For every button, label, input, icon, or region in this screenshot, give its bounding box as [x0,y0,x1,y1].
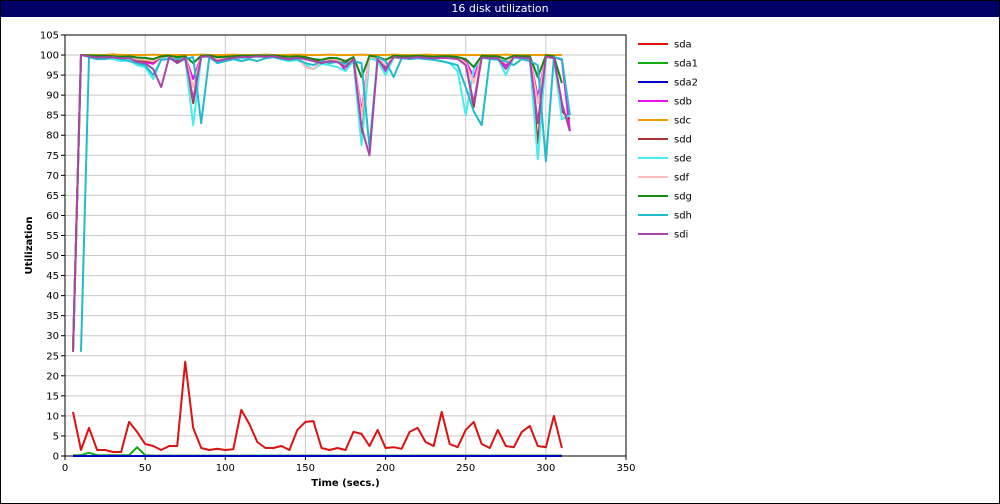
y-axis: 0 5 10 15 20 25 30 35 40 45 50 55 60 65 70 75 80 85 90 95 10… [40,31,65,463]
y-tick-label: 95 [46,71,59,82]
legend-label-sdd: sdd [674,135,692,146]
legend-label-sda1: sda1 [674,59,698,70]
y-tick-label: 100 [40,51,59,62]
y-tick-label: 10 [46,411,59,422]
legend-label-sda2: sda2 [674,78,698,89]
legend: sda sda1 sda2 sdb sdc sdd sde sdf sdg sdh sdi [638,40,698,241]
legend-label-sdb: sdb [674,97,692,108]
series-line-sdb [72,54,571,352]
y-tick-label: 35 [46,311,59,322]
y-tick-label: 45 [46,271,59,282]
x-tick-label: 250 [456,463,475,474]
legend-label-sda: sda [674,40,692,51]
series-line-sdh [80,56,571,352]
series-line-sdf [72,54,563,352]
legend-label-sdi: sdi [674,230,688,241]
x-axis-label: Time (secs.) [311,478,380,489]
x-tick-label: 150 [296,463,315,474]
y-tick-label: 0 [53,452,59,463]
x-tick-label: 100 [216,463,235,474]
x-tick-label: 0 [62,463,68,474]
y-tick-label: 75 [46,151,59,162]
legend-label-sdh: sdh [674,211,692,222]
legend-label-sdf: sdf [674,173,690,184]
x-axis: 0 50 100 150 200 250 300 350 [62,456,636,474]
series-line-sde [72,54,571,352]
y-tick-label: 50 [46,251,59,262]
legend-label-sdc: sdc [674,116,691,127]
y-tick-label: 25 [46,351,59,362]
y-tick-label: 20 [46,371,59,382]
legend-label-sde: sde [674,154,692,165]
legend-label-sdg: sdg [674,192,692,203]
series-line-sdd [72,54,571,352]
y-tick-label: 90 [46,91,59,102]
x-tick-label: 200 [376,463,395,474]
line-chart: 0 50 100 150 200 250 300 350 0 5 10 15 20 25 30 35 40 45… [24,31,698,490]
y-tick-label: 85 [46,111,59,122]
y-tick-label: 30 [46,331,59,342]
y-tick-label: 5 [53,431,59,442]
y-tick-label: 65 [46,191,59,202]
y-tick-label: 105 [40,31,59,42]
x-tick-label: 50 [139,463,152,474]
y-tick-label: 70 [46,171,59,182]
y-tick-label: 40 [46,291,59,302]
series-line-sdg [72,54,563,352]
y-tick-label: 15 [46,391,59,402]
series-line-sdi [72,54,571,352]
x-tick-label: 300 [536,463,555,474]
y-tick-label: 55 [46,231,59,242]
y-axis-label: Utilization [24,217,35,275]
y-tick-label: 80 [46,131,59,142]
y-tick-label: 60 [46,211,59,222]
series-line-sdc [72,53,562,352]
x-tick-label: 350 [616,463,635,474]
